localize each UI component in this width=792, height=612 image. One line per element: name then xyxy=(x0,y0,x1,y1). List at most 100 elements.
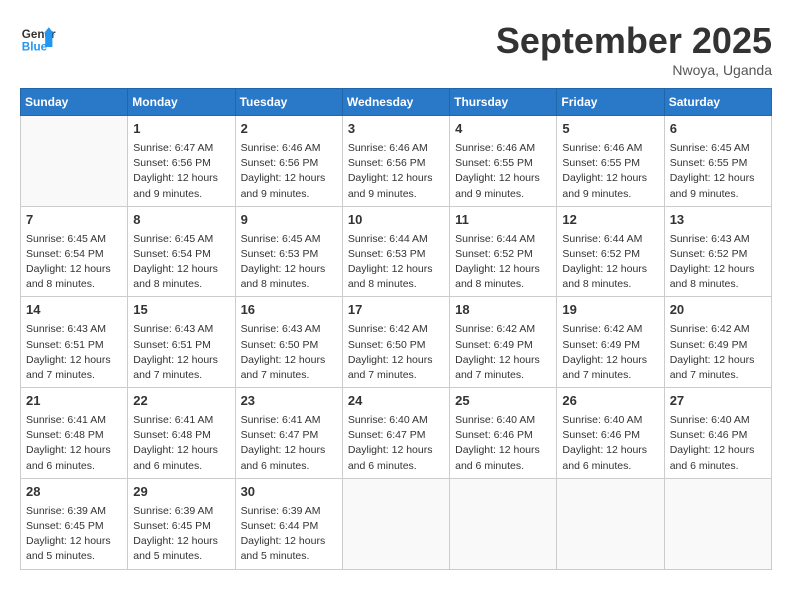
day-number: 30 xyxy=(241,483,337,502)
day-number: 2 xyxy=(241,120,337,139)
calendar-cell: 19 Sunrise: 6:42 AM Sunset: 6:49 PM Dayli… xyxy=(557,297,664,388)
day-number: 18 xyxy=(455,301,551,320)
day-info: Sunrise: 6:43 AM Sunset: 6:51 PM Dayligh… xyxy=(26,323,111,381)
calendar-cell: 13 Sunrise: 6:43 AM Sunset: 6:52 PM Dayli… xyxy=(664,206,771,297)
calendar-cell: 1 Sunrise: 6:47 AM Sunset: 6:56 PM Daylig… xyxy=(128,116,235,207)
day-number: 9 xyxy=(241,211,337,230)
weekday-header-sunday: Sunday xyxy=(21,89,128,116)
calendar-cell: 18 Sunrise: 6:42 AM Sunset: 6:49 PM Dayli… xyxy=(450,297,557,388)
calendar-cell: 21Sunrise: 6:41 AM Sunset: 6:48 PM Dayli… xyxy=(21,388,128,479)
logo: General Blue xyxy=(20,20,56,56)
weekday-header-row: SundayMondayTuesdayWednesdayThursdayFrid… xyxy=(21,89,772,116)
calendar-cell: 24 Sunrise: 6:40 AM Sunset: 6:47 PM Dayli… xyxy=(342,388,449,479)
calendar-cell: 15 Sunrise: 6:43 AM Sunset: 6:51 PM Dayli… xyxy=(128,297,235,388)
day-info: Sunrise: 6:46 AM Sunset: 6:55 PM Dayligh… xyxy=(562,142,647,200)
page-header: General Blue September 2025 Nwoya, Ugand… xyxy=(20,20,772,78)
weekday-header-monday: Monday xyxy=(128,89,235,116)
day-number: 20 xyxy=(670,301,766,320)
day-number: 1 xyxy=(133,120,229,139)
calendar-week-row: 7 Sunrise: 6:45 AM Sunset: 6:54 PM Daylig… xyxy=(21,206,772,297)
calendar-cell: 30 Sunrise: 6:39 AM Sunset: 6:44 PM Dayli… xyxy=(235,478,342,569)
calendar-cell: 27Sunrise: 6:40 AM Sunset: 6:46 PM Dayli… xyxy=(664,388,771,479)
calendar-cell: 20 Sunrise: 6:42 AM Sunset: 6:49 PM Dayli… xyxy=(664,297,771,388)
calendar-cell: 16 Sunrise: 6:43 AM Sunset: 6:50 PM Dayli… xyxy=(235,297,342,388)
day-info: Sunrise: 6:43 AM Sunset: 6:51 PM Dayligh… xyxy=(133,323,218,381)
day-info: Sunrise: 6:44 AM Sunset: 6:53 PM Dayligh… xyxy=(348,233,433,291)
day-number: 7 xyxy=(26,211,122,230)
day-number: 24 xyxy=(348,392,444,411)
day-number: 13 xyxy=(670,211,766,230)
day-info: Sunrise: 6:39 AM Sunset: 6:45 PM Dayligh… xyxy=(133,505,218,563)
day-info: Sunrise: 6:40 AM Sunset: 6:46 PM Dayligh… xyxy=(455,414,540,472)
day-number: 11 xyxy=(455,211,551,230)
calendar-cell: 17 Sunrise: 6:42 AM Sunset: 6:50 PM Dayli… xyxy=(342,297,449,388)
day-info: Sunrise: 6:41 AM Sunset: 6:47 PM Dayligh… xyxy=(241,414,326,472)
day-info: Sunrise: 6:44 AM Sunset: 6:52 PM Dayligh… xyxy=(455,233,540,291)
day-info: Sunrise: 6:40 AM Sunset: 6:46 PM Dayligh… xyxy=(562,414,647,472)
day-info: Sunrise: 6:43 AM Sunset: 6:52 PM Dayligh… xyxy=(670,233,755,291)
day-info: Sunrise: 6:46 AM Sunset: 6:55 PM Dayligh… xyxy=(455,142,540,200)
svg-text:Blue: Blue xyxy=(22,41,48,54)
day-number: 5 xyxy=(562,120,658,139)
day-info: Sunrise: 6:42 AM Sunset: 6:50 PM Dayligh… xyxy=(348,323,433,381)
calendar-cell: 10 Sunrise: 6:44 AM Sunset: 6:53 PM Dayli… xyxy=(342,206,449,297)
calendar-cell: 11 Sunrise: 6:44 AM Sunset: 6:52 PM Dayli… xyxy=(450,206,557,297)
calendar-cell: 4 Sunrise: 6:46 AM Sunset: 6:55 PM Daylig… xyxy=(450,116,557,207)
day-number: 3 xyxy=(348,120,444,139)
day-info: Sunrise: 6:41 AM Sunset: 6:48 PM Dayligh… xyxy=(133,414,218,472)
day-info: Sunrise: 6:45 AM Sunset: 6:54 PM Dayligh… xyxy=(26,233,111,291)
day-number: 12 xyxy=(562,211,658,230)
day-number: 8 xyxy=(133,211,229,230)
calendar-cell: 14Sunrise: 6:43 AM Sunset: 6:51 PM Dayli… xyxy=(21,297,128,388)
calendar-week-row: 1 Sunrise: 6:47 AM Sunset: 6:56 PM Daylig… xyxy=(21,116,772,207)
calendar-cell: 23 Sunrise: 6:41 AM Sunset: 6:47 PM Dayli… xyxy=(235,388,342,479)
calendar-cell xyxy=(557,478,664,569)
calendar-cell: 7 Sunrise: 6:45 AM Sunset: 6:54 PM Daylig… xyxy=(21,206,128,297)
day-info: Sunrise: 6:45 AM Sunset: 6:54 PM Dayligh… xyxy=(133,233,218,291)
day-info: Sunrise: 6:42 AM Sunset: 6:49 PM Dayligh… xyxy=(670,323,755,381)
day-number: 4 xyxy=(455,120,551,139)
day-number: 10 xyxy=(348,211,444,230)
day-info: Sunrise: 6:42 AM Sunset: 6:49 PM Dayligh… xyxy=(455,323,540,381)
day-number: 16 xyxy=(241,301,337,320)
day-info: Sunrise: 6:46 AM Sunset: 6:56 PM Dayligh… xyxy=(241,142,326,200)
month-title: September 2025 xyxy=(496,20,772,62)
day-number: 23 xyxy=(241,392,337,411)
weekday-header-tuesday: Tuesday xyxy=(235,89,342,116)
day-info: Sunrise: 6:42 AM Sunset: 6:49 PM Dayligh… xyxy=(562,323,647,381)
weekday-header-friday: Friday xyxy=(557,89,664,116)
calendar-cell: 6Sunrise: 6:45 AM Sunset: 6:55 PM Daylig… xyxy=(664,116,771,207)
calendar-cell xyxy=(342,478,449,569)
day-number: 22 xyxy=(133,392,229,411)
day-info: Sunrise: 6:43 AM Sunset: 6:50 PM Dayligh… xyxy=(241,323,326,381)
weekday-header-saturday: Saturday xyxy=(664,89,771,116)
location: Nwoya, Uganda xyxy=(496,62,772,78)
calendar-cell: 8 Sunrise: 6:45 AM Sunset: 6:54 PM Daylig… xyxy=(128,206,235,297)
calendar-cell: 28 Sunrise: 6:39 AM Sunset: 6:45 PM Dayli… xyxy=(21,478,128,569)
calendar-week-row: 28 Sunrise: 6:39 AM Sunset: 6:45 PM Dayli… xyxy=(21,478,772,569)
calendar-week-row: 21 Sunrise: 6:41 AM Sunset: 6:48 PM Dayli… xyxy=(21,388,772,479)
calendar-cell: 5 Sunrise: 6:46 AM Sunset: 6:55 PM Daylig… xyxy=(557,116,664,207)
day-number: 25 xyxy=(455,392,551,411)
day-number: 17 xyxy=(348,301,444,320)
day-number: 28 xyxy=(26,483,122,502)
day-number: 27 xyxy=(670,392,766,411)
day-info: Sunrise: 6:40 AM Sunset: 6:47 PM Dayligh… xyxy=(348,414,433,472)
calendar-cell xyxy=(664,478,771,569)
day-info: Sunrise: 6:39 AM Sunset: 6:45 PM Dayligh… xyxy=(26,505,111,563)
day-number: 19 xyxy=(562,301,658,320)
day-number: 21 xyxy=(26,392,122,411)
calendar-cell xyxy=(450,478,557,569)
calendar-cell: 12 Sunrise: 6:44 AM Sunset: 6:52 PM Dayli… xyxy=(557,206,664,297)
day-info: Sunrise: 6:45 AM Sunset: 6:53 PM Dayligh… xyxy=(241,233,326,291)
calendar-cell: 22 Sunrise: 6:41 AM Sunset: 6:48 PM Dayli… xyxy=(128,388,235,479)
title-block: September 2025 Nwoya, Uganda xyxy=(496,20,772,78)
day-info: Sunrise: 6:46 AM Sunset: 6:56 PM Dayligh… xyxy=(348,142,433,200)
calendar-table: SundayMondayTuesdayWednesdayThursdayFrid… xyxy=(20,88,772,570)
calendar-cell: 26Sunrise: 6:40 AM Sunset: 6:46 PM Dayli… xyxy=(557,388,664,479)
day-number: 15 xyxy=(133,301,229,320)
day-number: 29 xyxy=(133,483,229,502)
day-info: Sunrise: 6:44 AM Sunset: 6:52 PM Dayligh… xyxy=(562,233,647,291)
day-info: Sunrise: 6:39 AM Sunset: 6:44 PM Dayligh… xyxy=(241,505,326,563)
day-info: Sunrise: 6:47 AM Sunset: 6:56 PM Dayligh… xyxy=(133,142,218,200)
